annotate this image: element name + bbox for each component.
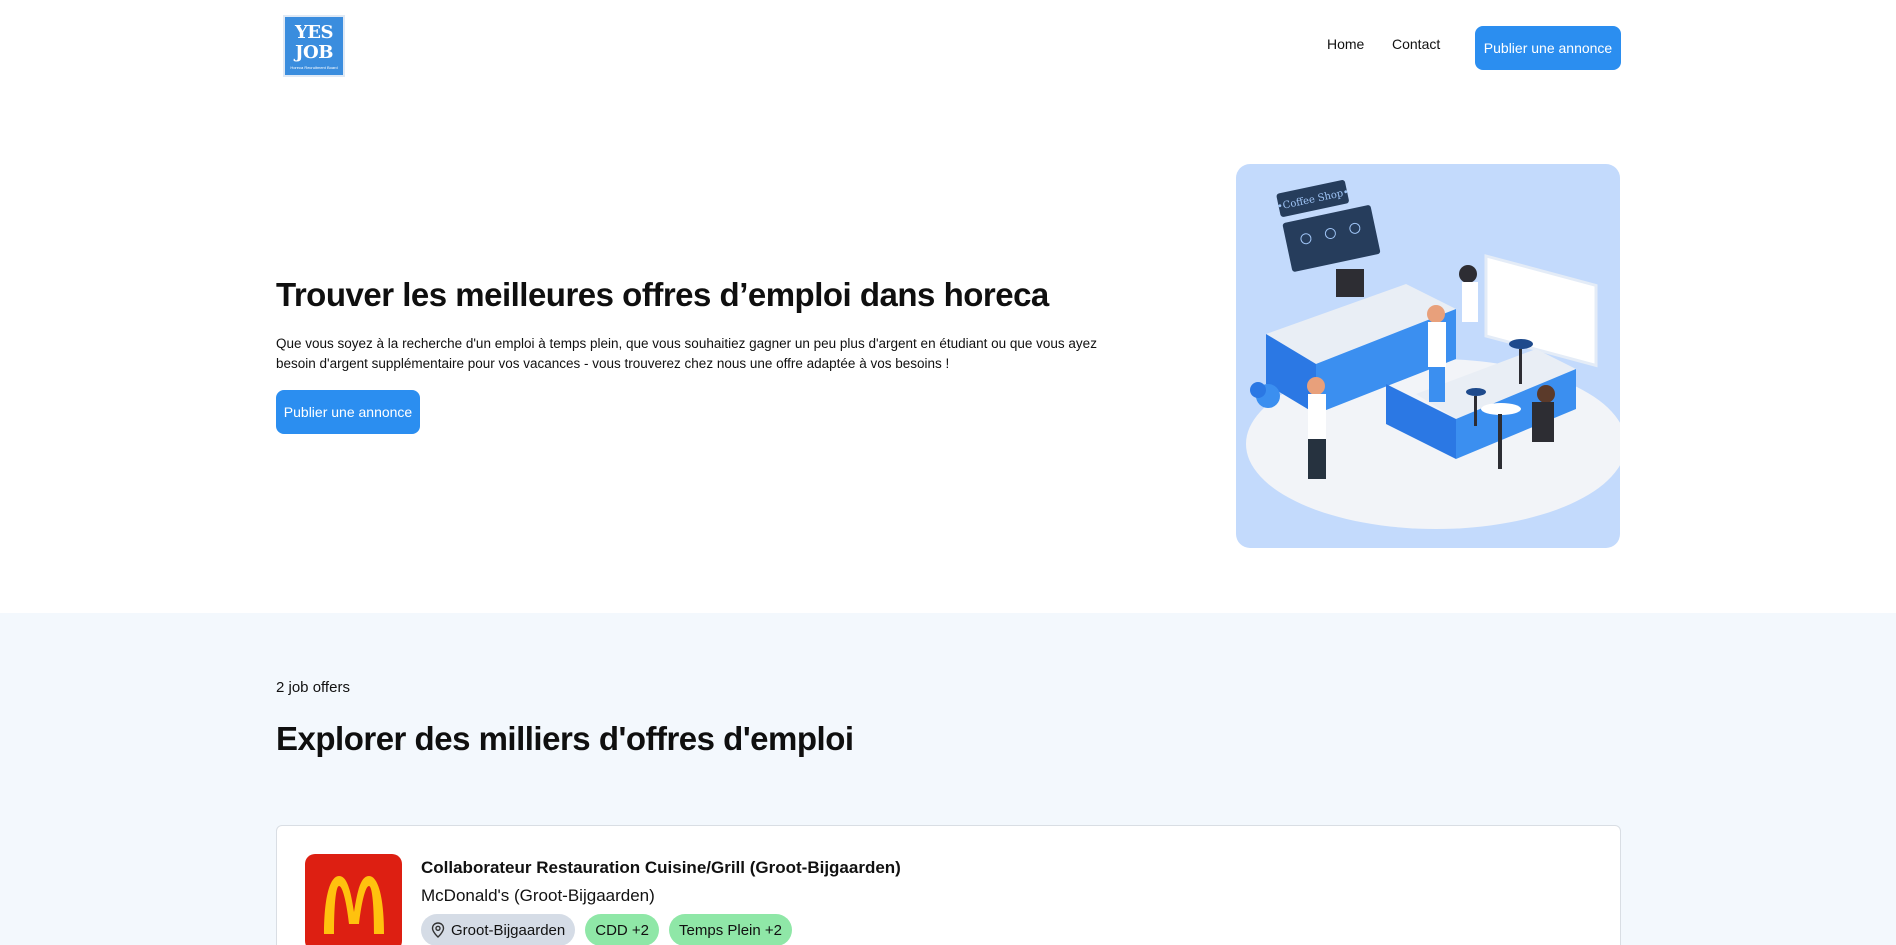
hero-description: Que vous soyez à la recherche d'un emplo… bbox=[276, 336, 1097, 371]
logo-line-1: YES bbox=[294, 21, 334, 43]
coffee-shop-illustration: •Coffee Shop• bbox=[1236, 164, 1620, 548]
site-header: YES JOB Horeca Recruitment Board Home Co… bbox=[0, 0, 1896, 96]
location-tag: Groot-Bijgaarden bbox=[421, 914, 576, 945]
job-count: 2 job offers bbox=[276, 679, 350, 696]
logo-tagline: Horeca Recruitment Board bbox=[290, 64, 338, 70]
yes-job-logo[interactable]: YES JOB Horeca Recruitment Board bbox=[283, 15, 345, 77]
nav-contact-link[interactable]: Contact bbox=[1392, 36, 1440, 52]
job-company: McDonald's (Groot-Bijgaarden) bbox=[421, 886, 655, 905]
coffee-shop-drawing: •Coffee Shop• bbox=[1246, 180, 1620, 529]
publish-ad-button-header[interactable]: Publier une annonce bbox=[1475, 26, 1621, 70]
hero-title: Trouver les meilleures offres d’emploi d… bbox=[276, 276, 1049, 313]
nav-home-link[interactable]: Home bbox=[1327, 36, 1364, 52]
logo-line-2: JOB bbox=[295, 41, 333, 63]
section-title: Explorer des milliers d'offres d'emploi bbox=[276, 720, 854, 757]
schedule-tag: Temps Plein +2 bbox=[669, 914, 792, 945]
job-card[interactable]: Collaborateur Restauration Cuisine/Grill… bbox=[276, 825, 1621, 945]
contract-tag: CDD +2 bbox=[585, 914, 660, 945]
job-tags: Groot-Bijgaarden CDD +2 Temps Plein +2 bbox=[421, 914, 792, 945]
publish-ad-button-hero[interactable]: Publier une annonce bbox=[276, 390, 420, 434]
location-tag-label: Groot-Bijgaarden bbox=[451, 921, 566, 939]
mcdonalds-logo-icon bbox=[305, 854, 402, 945]
golden-arches-icon bbox=[323, 875, 384, 934]
job-title[interactable]: Collaborateur Restauration Cuisine/Grill… bbox=[421, 858, 901, 878]
location-pin-icon bbox=[431, 922, 445, 938]
